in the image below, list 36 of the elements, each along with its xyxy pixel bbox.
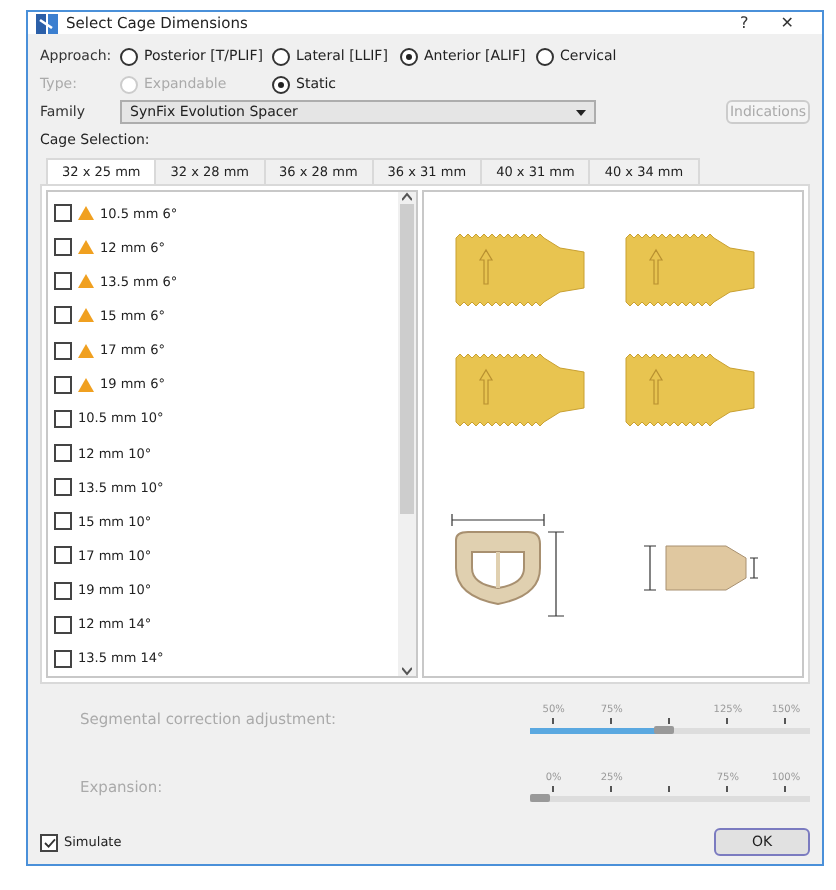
checkbox[interactable]: [54, 306, 72, 325]
checkbox[interactable]: [54, 649, 72, 668]
radio-circle[interactable]: [536, 47, 554, 65]
warning-icon: [78, 377, 94, 392]
checkbox[interactable]: [40, 833, 58, 851]
scroll-up-icon[interactable]: [402, 192, 412, 204]
radio-circle[interactable]: [272, 47, 290, 65]
checkbox[interactable]: [54, 615, 72, 634]
help-button[interactable]: ?: [728, 14, 761, 32]
checkbox[interactable]: [54, 272, 72, 291]
slider-thumb[interactable]: [529, 793, 550, 801]
radio-circle[interactable]: [400, 47, 418, 65]
slider-track[interactable]: [529, 727, 810, 733]
warning-icon: [78, 308, 94, 323]
checkbox[interactable]: [54, 444, 72, 463]
checkbox[interactable]: [54, 478, 72, 497]
checkbox[interactable]: [54, 238, 72, 257]
checkmark-icon: [43, 837, 55, 847]
warning-icon: [78, 274, 94, 289]
radio-circle[interactable]: [120, 47, 138, 65]
checkbox[interactable]: [54, 341, 72, 360]
checkbox[interactable]: [54, 581, 72, 600]
warning-icon: [78, 343, 94, 358]
close-button[interactable]: ✕: [768, 14, 806, 32]
warning-icon: [78, 240, 94, 255]
checkbox[interactable]: [54, 512, 72, 531]
scroll-down-icon[interactable]: [402, 664, 412, 676]
checkbox[interactable]: [54, 546, 72, 565]
dropdown-caret-icon: [576, 109, 586, 115]
slider-thumb[interactable]: [654, 725, 675, 733]
checkbox[interactable]: [54, 204, 72, 223]
radio-circle[interactable]: [272, 75, 290, 93]
scrollbar[interactable]: [398, 192, 416, 676]
warning-icon: [78, 206, 94, 221]
checkbox[interactable]: [54, 409, 72, 428]
checkbox[interactable]: [54, 375, 72, 394]
